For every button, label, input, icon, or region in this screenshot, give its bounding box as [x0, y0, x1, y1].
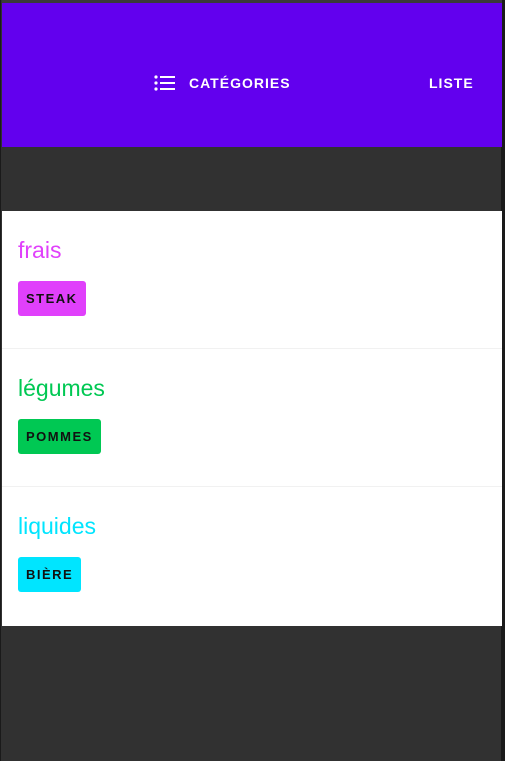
- list-icon: [154, 75, 175, 91]
- item-chip[interactable]: POMMES: [18, 419, 101, 454]
- category-title: liquides: [18, 513, 96, 539]
- categories-panel: frais STEAK légumes POMMES liquides BIÈR…: [2, 211, 502, 626]
- tab-categories[interactable]: CATÉGORIES: [154, 75, 291, 91]
- category-title: légumes: [18, 375, 105, 401]
- tab-liste-label: LISTE: [429, 75, 474, 91]
- category-frais: frais STEAK: [2, 211, 502, 349]
- item-chip[interactable]: STEAK: [18, 281, 86, 316]
- category-legumes: légumes POMMES: [2, 349, 502, 487]
- category-title: frais: [18, 237, 62, 263]
- app-frame: CATÉGORIES LISTE frais STEAK légumes POM…: [0, 0, 505, 761]
- app-bar: CATÉGORIES LISTE: [2, 0, 502, 147]
- category-liquides: liquides BIÈRE: [2, 487, 502, 625]
- tab-categories-label: CATÉGORIES: [189, 75, 291, 91]
- item-chip[interactable]: BIÈRE: [18, 557, 82, 592]
- tab-liste[interactable]: LISTE: [429, 75, 474, 91]
